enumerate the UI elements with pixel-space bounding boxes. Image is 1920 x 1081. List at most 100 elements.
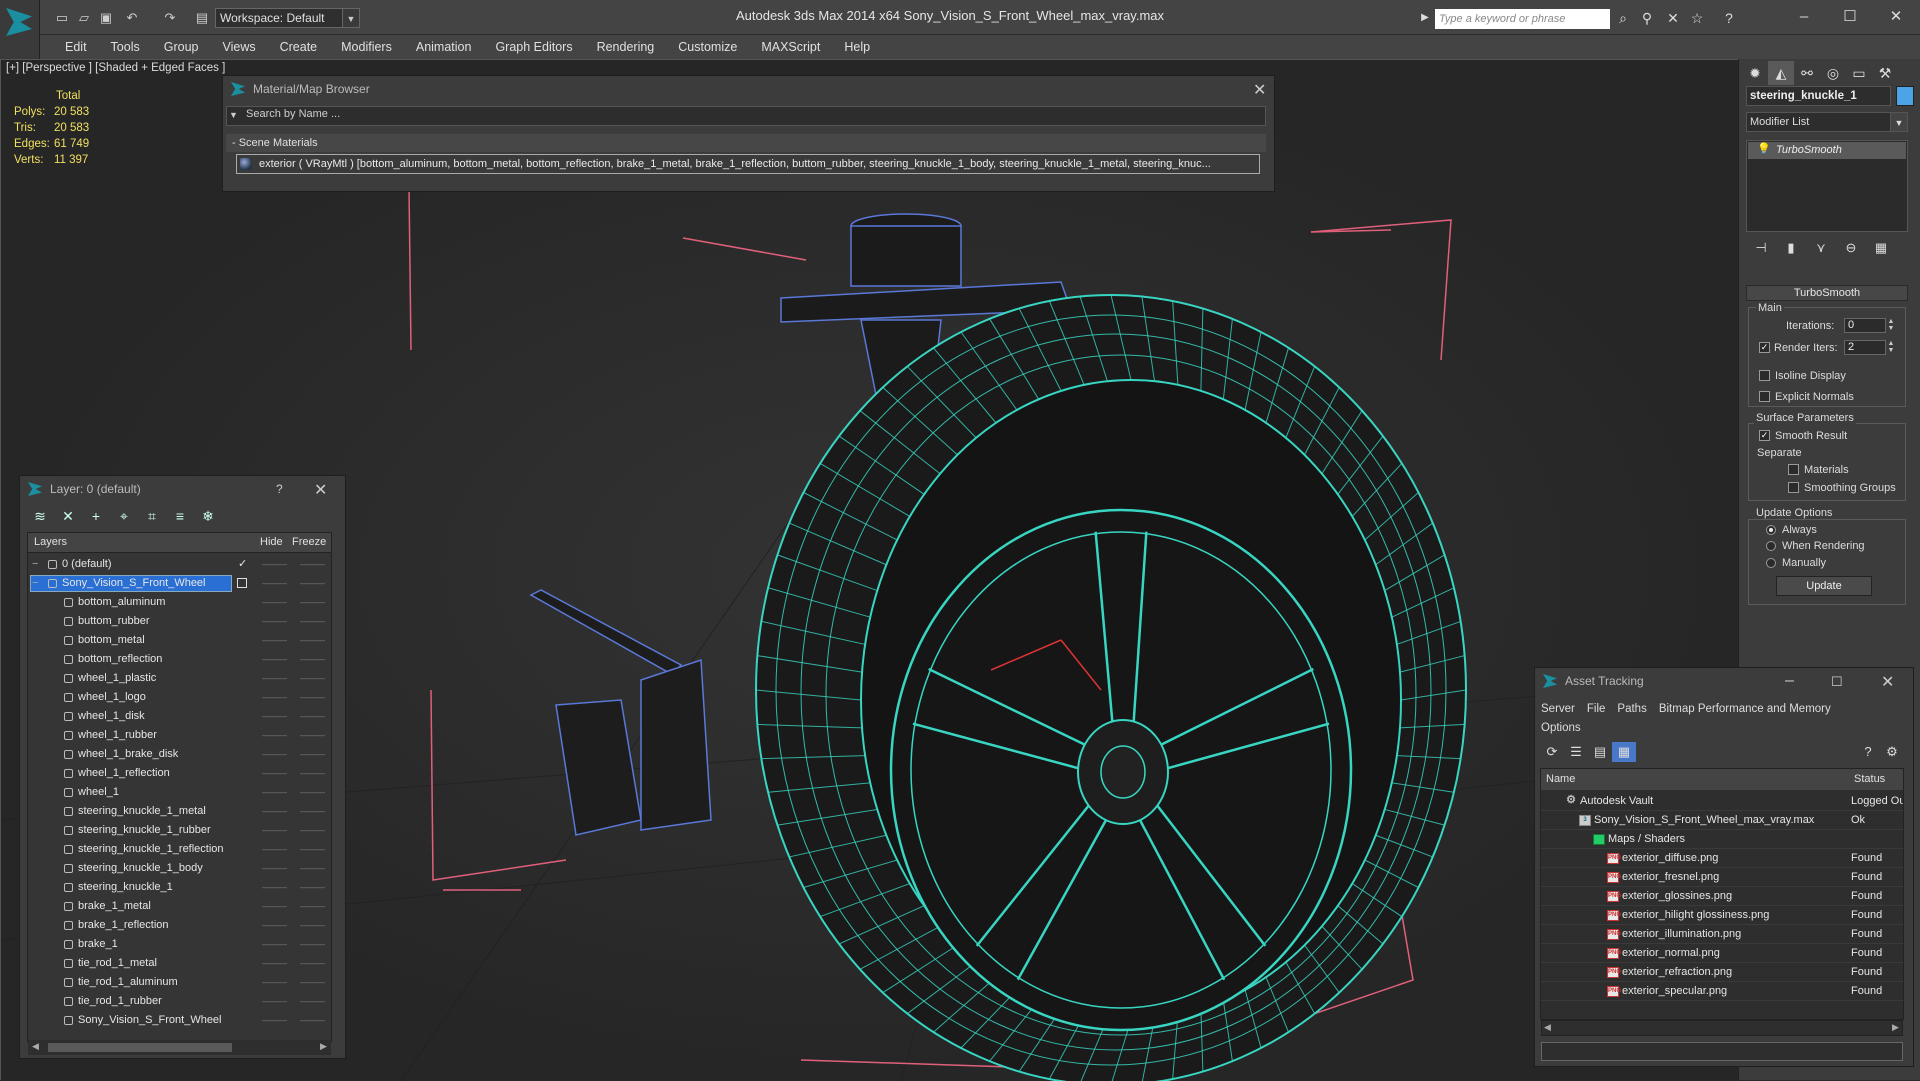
freeze-toggle[interactable]: ——— <box>300 1011 325 1030</box>
asset-row[interactable]: ⚙ Autodesk Vault Logged Out <box>1541 792 1903 811</box>
chevron-right-icon[interactable]: ▶ <box>1416 9 1434 27</box>
hide-toggle[interactable]: ——— <box>262 631 287 650</box>
freeze-toggle[interactable]: ——— <box>300 707 325 726</box>
layer-row[interactable]: wheel_1 ——— ——— <box>28 783 331 802</box>
freeze-toggle[interactable]: ——— <box>300 954 325 973</box>
explicit-normals-checkbox[interactable] <box>1759 391 1770 402</box>
hide-toggle[interactable]: ——— <box>262 935 287 954</box>
asset-path-field[interactable] <box>1541 1042 1903 1061</box>
col-status[interactable]: Status <box>1854 773 1885 785</box>
asset-menu-file[interactable]: File <box>1587 703 1606 715</box>
utilities-tab-icon[interactable]: ⚒ <box>1872 61 1898 85</box>
table-view-icon[interactable]: ▦ <box>1612 742 1636 762</box>
freeze-toggle[interactable]: ——— <box>300 783 325 802</box>
layer-row[interactable]: wheel_1_reflection ——— ——— <box>28 764 331 783</box>
asset-row[interactable]: PNG exterior_fresnel.png Found <box>1541 868 1903 887</box>
modifier-stack-item[interactable]: TurboSmooth <box>1748 142 1906 159</box>
freeze-toggle[interactable]: ——— <box>300 878 325 897</box>
menu-help[interactable]: Help <box>832 35 882 59</box>
lightbulb-icon[interactable]: 💡 <box>1757 142 1771 155</box>
layer-row[interactable]: Sony_Vision_S_Front_Wheel ——— ——— <box>28 1011 331 1030</box>
freeze-toggle[interactable]: ——— <box>300 859 325 878</box>
menu-graph-editors[interactable]: Graph Editors <box>483 35 584 59</box>
close-icon[interactable]: ✕ <box>314 480 327 500</box>
layer-row[interactable]: bottom_reflection ——— ——— <box>28 650 331 669</box>
menu-create[interactable]: Create <box>268 35 330 59</box>
scene-materials-group[interactable]: - Scene Materials <box>226 134 1266 152</box>
make-unique-icon[interactable]: ⋎ <box>1806 240 1836 256</box>
object-name-field[interactable]: steering_knuckle_1 <box>1746 86 1891 106</box>
remove-modifier-icon[interactable]: ⊖ <box>1836 240 1866 256</box>
minimize-button[interactable]: – <box>1785 672 1794 690</box>
smoothing-groups-checkbox[interactable] <box>1788 482 1799 493</box>
settings-icon[interactable]: ⚙ <box>1880 742 1904 762</box>
refresh-icon[interactable]: ⟳ <box>1540 742 1564 762</box>
search-icon[interactable]: ⚲ <box>1638 9 1656 27</box>
hide-toggle[interactable]: ——— <box>262 821 287 840</box>
hide-toggle[interactable]: ——— <box>262 574 287 593</box>
layer-row[interactable]: wheel_1_disk ——— ——— <box>28 707 331 726</box>
turbosmooth-rollout-header[interactable]: TurboSmooth <box>1746 285 1908 301</box>
freeze-toggle[interactable]: ——— <box>300 821 325 840</box>
create-layer-icon[interactable]: ≋ <box>26 505 54 527</box>
maximize-button[interactable]: ☐ <box>1831 674 1843 690</box>
hide-toggle[interactable]: ——— <box>262 650 287 669</box>
hide-toggle[interactable]: ——— <box>262 783 287 802</box>
menu-modifiers[interactable]: Modifiers <box>329 35 404 59</box>
freeze-toggle[interactable]: ——— <box>300 650 325 669</box>
menu-views[interactable]: Views <box>210 35 267 59</box>
hide-toggle[interactable]: ——— <box>262 973 287 992</box>
asset-row[interactable]: PNG exterior_glossines.png Found <box>1541 887 1903 906</box>
layer-row[interactable]: steering_knuckle_1_rubber ——— ——— <box>28 821 331 840</box>
hide-toggle[interactable]: ——— <box>262 878 287 897</box>
col-freeze[interactable]: Freeze <box>292 536 326 548</box>
layer-row[interactable]: − Sony_Vision_S_Front_Wheel ——— ——— <box>28 574 331 593</box>
redo-icon[interactable]: ↷ <box>160 8 180 28</box>
workspace-dropdown[interactable]: Workspace: Default <box>215 8 360 28</box>
materials-checkbox[interactable] <box>1788 464 1799 475</box>
display-tab-icon[interactable]: ▭ <box>1846 61 1872 85</box>
asset-row[interactable]: PNG exterior_specular.png Found <box>1541 982 1903 1001</box>
scroll-left-icon[interactable]: ◀ <box>32 1041 39 1052</box>
freeze-all-icon[interactable]: ❄ <box>194 505 222 527</box>
layer-row[interactable]: steering_knuckle_1 ——— ——— <box>28 878 331 897</box>
configure-modifiers-icon[interactable]: ▦ <box>1866 240 1896 256</box>
select-objects-icon[interactable]: ⌖ <box>110 505 138 527</box>
layer-row[interactable]: tie_rod_1_aluminum ——— ——— <box>28 973 331 992</box>
menu-edit[interactable]: Edit <box>53 35 99 59</box>
render-iters-spinner[interactable]: 2 <box>1844 340 1886 355</box>
hide-toggle[interactable]: ——— <box>262 954 287 973</box>
layer-row[interactable]: brake_1_metal ——— ——— <box>28 897 331 916</box>
new-file-icon[interactable]: ▭ <box>52 8 72 28</box>
minimize-button[interactable]: – <box>1784 6 1824 28</box>
help-icon[interactable]: ? <box>276 482 283 496</box>
layer-row[interactable]: tie_rod_1_metal ——— ——— <box>28 954 331 973</box>
layer-row[interactable]: wheel_1_plastic ——— ——— <box>28 669 331 688</box>
modifier-list-dropdown[interactable]: Modifier List <box>1746 112 1908 132</box>
freeze-toggle[interactable]: ——— <box>300 840 325 859</box>
viewport-label[interactable]: [+] [Perspective ] [Shaded + Edged Faces… <box>6 62 225 74</box>
hide-toggle[interactable]: ——— <box>262 593 287 612</box>
keyword-search-input[interactable]: Type a keyword or phrase <box>1435 9 1610 29</box>
scrollbar-thumb[interactable] <box>48 1043 232 1052</box>
layer-row[interactable]: bottom_aluminum ——— ——— <box>28 593 331 612</box>
asset-row[interactable]: Maps / Shaders <box>1541 830 1903 849</box>
hide-toggle[interactable]: ——— <box>262 764 287 783</box>
active-layer-check-icon[interactable]: ✓ <box>238 555 247 574</box>
asset-menu-bitmap[interactable]: Bitmap Performance and Memory <box>1659 703 1831 715</box>
layer-row[interactable]: brake_1 ——— ——— <box>28 935 331 954</box>
col-hide[interactable]: Hide <box>260 536 283 548</box>
asset-menu-options[interactable]: Options <box>1541 722 1581 734</box>
undo-icon[interactable]: ↶ <box>122 8 142 28</box>
layer-row[interactable]: steering_knuckle_1_body ——— ——— <box>28 859 331 878</box>
hide-toggle[interactable]: ——— <box>262 555 287 574</box>
freeze-toggle[interactable]: ——— <box>300 593 325 612</box>
hide-toggle[interactable]: ——— <box>262 897 287 916</box>
create-tab-icon[interactable]: ✹ <box>1742 61 1768 85</box>
col-name[interactable]: Name <box>1546 773 1575 785</box>
menu-group[interactable]: Group <box>152 35 211 59</box>
update-button[interactable]: Update <box>1776 576 1872 596</box>
layer-row[interactable]: wheel_1_logo ——— ——— <box>28 688 331 707</box>
hide-all-icon[interactable]: ≡ <box>166 505 194 527</box>
iterations-spinner[interactable]: 0 <box>1844 318 1886 333</box>
